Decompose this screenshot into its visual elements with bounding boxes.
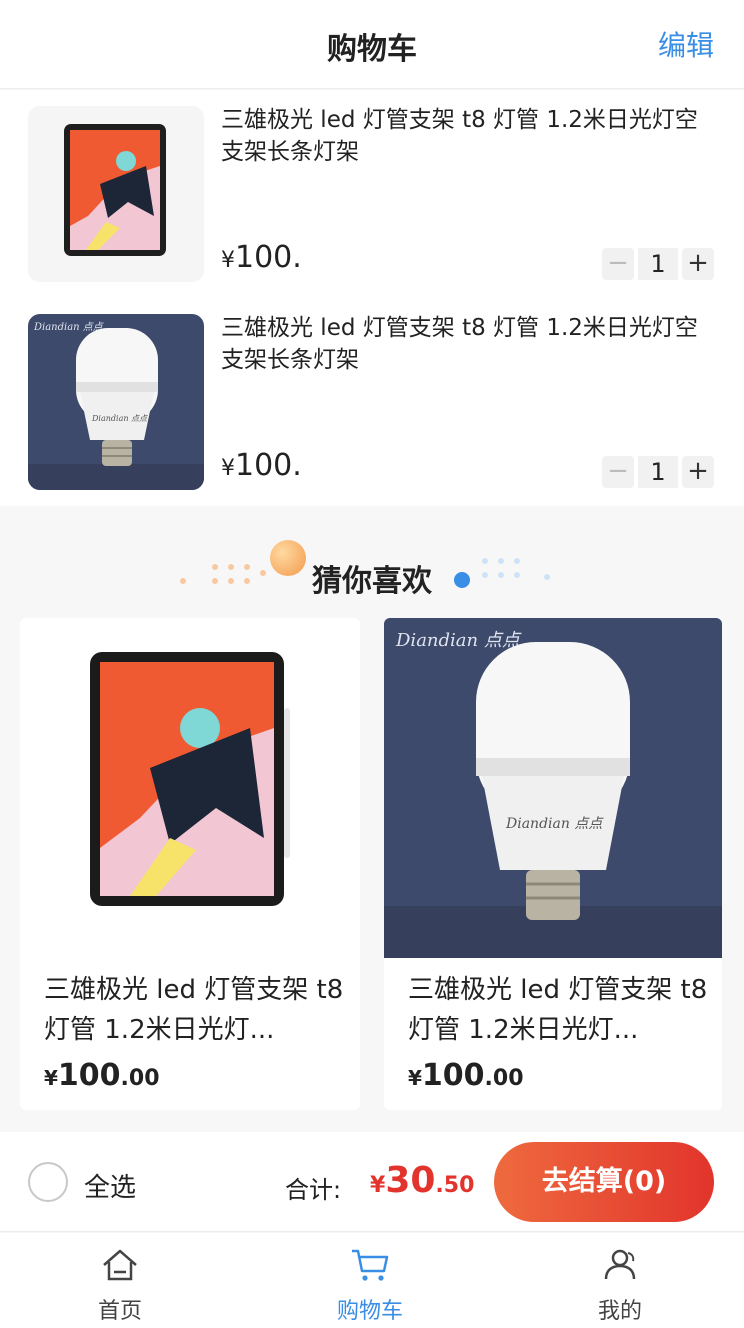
- tab-bar: 首页 购物车 我的: [0, 1233, 744, 1328]
- select-all-radio[interactable]: [28, 1162, 68, 1202]
- total-label: 合计:: [285, 1176, 342, 1204]
- tab-cart-label: 购物车: [336, 1299, 403, 1324]
- product-price: ¥100.00: [408, 1058, 524, 1093]
- product-name: 三雄极光 led 灯管支架 t8 灯管 1.2米日光灯...: [408, 975, 708, 1045]
- tab-home-label: 首页: [97, 1299, 142, 1324]
- product-image-tablet[interactable]: [20, 618, 360, 958]
- checkout-bar: 全选 合计: ¥30.50 去结算(0): [0, 1132, 744, 1232]
- quantity-input[interactable]: 1: [638, 456, 678, 488]
- quantity-stepper: − 1 +: [602, 456, 714, 488]
- tab-mine-label: 我的: [597, 1299, 642, 1324]
- nav-header: 购物车 编辑: [0, 0, 744, 89]
- decrease-button[interactable]: −: [602, 456, 634, 488]
- product-name: 三雄极光 led 灯管支架 t8 灯管 1.2米日光灯空支架长条灯架: [221, 107, 698, 165]
- product-price: ¥100.: [221, 240, 302, 275]
- quantity-input[interactable]: 1: [638, 248, 678, 280]
- product-name: 三雄极光 led 灯管支架 t8 灯管 1.2米日光灯...: [44, 975, 344, 1045]
- cart-item[interactable]: Diandian 点点 Diandian 点点 三雄极光 led 灯管支架 t8…: [0, 298, 744, 506]
- edit-button[interactable]: 编辑: [658, 24, 714, 64]
- quantity-stepper: − 1 +: [602, 248, 714, 280]
- decrease-button[interactable]: −: [602, 248, 634, 280]
- checkout-button[interactable]: 去结算(0): [494, 1142, 714, 1222]
- product-image-tablet[interactable]: [28, 106, 204, 282]
- svg-text:Diandian 点点: Diandian 点点: [505, 816, 604, 832]
- product-price: ¥100.00: [44, 1058, 160, 1093]
- product-image-bulb[interactable]: Diandian 点点 Diandian 点点: [384, 618, 722, 958]
- product-price: ¥100.: [221, 448, 302, 483]
- tab-mine[interactable]: 我的: [520, 1233, 720, 1328]
- svg-text:Diandian 点点: Diandian 点点: [395, 630, 522, 651]
- recommend-card[interactable]: 三雄极光 led 灯管支架 t8 灯管 1.2米日光灯... ¥100.00: [20, 618, 360, 1110]
- product-image-bulb[interactable]: Diandian 点点 Diandian 点点: [28, 314, 204, 490]
- page-title: 购物车: [327, 32, 417, 67]
- recommend-heading: 猜你喜欢: [0, 540, 744, 608]
- increase-button[interactable]: +: [682, 456, 714, 488]
- recommend-title: 猜你喜欢: [312, 564, 432, 599]
- cart-list: 三雄极光 led 灯管支架 t8 灯管 1.2米日光灯空支架长条灯架 ¥100.…: [0, 90, 744, 506]
- select-all-label[interactable]: 全选: [84, 1167, 136, 1204]
- tab-home[interactable]: 首页: [20, 1233, 220, 1328]
- tab-cart[interactable]: 购物车: [270, 1233, 470, 1328]
- home-icon: [103, 1249, 137, 1281]
- increase-button[interactable]: +: [682, 248, 714, 280]
- svg-text:Diandian 点点: Diandian 点点: [33, 321, 104, 333]
- cart-icon: [352, 1249, 389, 1281]
- total-amount: ¥30.50: [370, 1160, 475, 1201]
- user-icon: [604, 1249, 636, 1280]
- product-name: 三雄极光 led 灯管支架 t8 灯管 1.2米日光灯空支架长条灯架: [221, 315, 698, 373]
- cart-item[interactable]: 三雄极光 led 灯管支架 t8 灯管 1.2米日光灯空支架长条灯架 ¥100.…: [0, 90, 744, 298]
- svg-text:Diandian 点点: Diandian 点点: [91, 414, 148, 423]
- recommend-card[interactable]: Diandian 点点 Diandian 点点 三雄极光 led 灯管支架 t8…: [384, 618, 722, 1110]
